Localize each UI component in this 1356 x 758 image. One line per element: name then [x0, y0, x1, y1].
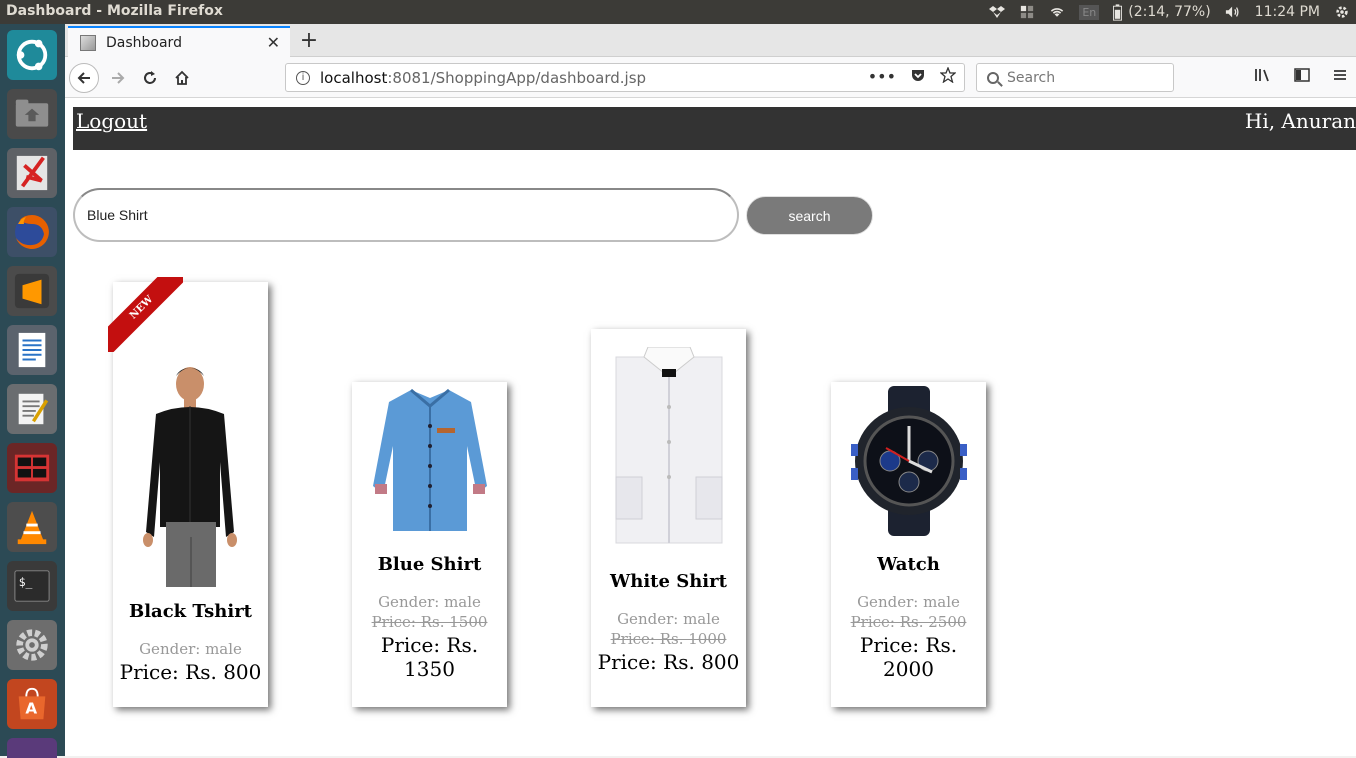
product-old-price: Price: Rs. 1000 [610, 630, 727, 648]
product-gender: Gender: male [857, 593, 960, 611]
product-gender: Gender: male [378, 593, 481, 611]
system-tray: En (2:14, 77%) 11:24 PM [989, 0, 1350, 24]
product-card[interactable]: White Shirt Gender: male Price: Rs. 1000… [591, 329, 746, 707]
firefox-icon[interactable] [7, 207, 57, 257]
forward-arrow-icon [112, 72, 125, 84]
page-actions-menu-icon[interactable]: ••• [868, 67, 896, 86]
product-search-input[interactable]: Blue Shirt [73, 188, 739, 242]
new-badge: NEW [108, 277, 183, 352]
home-icon [175, 70, 189, 85]
page-content: Logout Hi, Anuran Blue Shirt search NEW … [65, 98, 1356, 756]
navigation-bar: i localhost:8081/ShoppingApp/dashboard.j… [65, 57, 1356, 98]
product-price: Price: Rs. 2000 [859, 633, 958, 681]
pdf-reader-icon[interactable] [7, 148, 57, 198]
forward-button[interactable] [103, 63, 133, 93]
sidebar-icon[interactable] [1294, 67, 1310, 83]
product-card[interactable]: Blue Shirt Gender: male Price: Rs. 1500 … [352, 382, 507, 707]
files-icon[interactable] [7, 89, 57, 139]
keyboard-layout[interactable]: En [1079, 4, 1100, 20]
wifi-icon[interactable] [1049, 5, 1065, 19]
toolbar-icons [1254, 67, 1348, 83]
search-button[interactable]: search [746, 196, 873, 235]
product-card[interactable]: NEW Black Tshirt Gender: male Price: Rs.… [108, 277, 268, 707]
svg-text:$_: $_ [19, 575, 33, 589]
tab-label: Dashboard [106, 34, 182, 51]
trash-icon[interactable] [7, 738, 57, 758]
ubuntu-dash-icon[interactable] [7, 30, 57, 80]
pocket-icon[interactable] [910, 67, 926, 83]
product-card[interactable]: Watch Gender: male Price: Rs. 2500 Price… [831, 382, 986, 707]
battery-text: (2:14, 77%) [1128, 4, 1211, 20]
writer-icon[interactable] [7, 325, 57, 375]
back-button[interactable] [69, 63, 99, 93]
text-editor-icon[interactable] [7, 384, 57, 434]
browser-search-bar[interactable]: Search [976, 63, 1174, 92]
window-title: Dashboard - Mozilla Firefox [6, 3, 223, 19]
library-icon[interactable] [1254, 67, 1272, 83]
page-actions: ••• [868, 67, 956, 86]
battery-icon [1113, 3, 1123, 21]
back-arrow-icon [77, 72, 90, 84]
vlc-icon[interactable] [7, 502, 57, 552]
new-tab-button[interactable]: + [297, 28, 321, 53]
product-name: Watch [877, 554, 940, 575]
reload-button[interactable] [135, 63, 165, 93]
search-query-text: Blue Shirt [87, 207, 148, 223]
sublime-text-icon[interactable] [7, 266, 57, 316]
header-bar: Logout Hi, Anuran [73, 107, 1356, 150]
terminal-icon[interactable]: $_ [7, 561, 57, 611]
user-greeting: Hi, Anuran [1244, 109, 1356, 133]
product-image-watch [850, 386, 968, 536]
product-gender: Gender: male [617, 610, 720, 628]
search-icon [987, 71, 999, 84]
svg-text:A: A [25, 700, 37, 718]
tab-bar: Dashboard ✕ + [65, 24, 1356, 57]
system-top-bar: Dashboard - Mozilla Firefox En (2:14, 77… [0, 0, 1356, 24]
tab-dashboard[interactable]: Dashboard ✕ [68, 26, 290, 57]
product-price: Price: Rs. 800 [119, 660, 262, 684]
close-tab-icon[interactable]: ✕ [267, 33, 280, 52]
info-icon[interactable]: i [296, 70, 310, 85]
url-host: localhost [320, 68, 388, 87]
product-price: Price: Rs. 800 [597, 650, 740, 674]
clock[interactable]: 11:24 PM [1255, 4, 1320, 20]
battery-indicator[interactable]: (2:14, 77%) [1113, 3, 1211, 21]
product-price: Price: Rs. 1350 [380, 633, 479, 681]
product-name: Black Tshirt [128, 601, 252, 622]
url-bar[interactable]: i localhost:8081/ShoppingApp/dashboard.j… [285, 63, 965, 92]
volume-icon[interactable] [1225, 5, 1241, 19]
browser-search-placeholder: Search [1007, 69, 1056, 86]
product-image-white-shirt [610, 346, 728, 547]
product-old-price: Price: Rs. 1500 [371, 613, 488, 631]
url-path: :8081/ShoppingApp/dashboard.jsp [387, 68, 647, 87]
bookmark-star-icon[interactable] [940, 67, 956, 83]
product-image-black-shirt [136, 362, 246, 587]
workspaces-icon[interactable] [1019, 5, 1035, 19]
settings-icon[interactable] [7, 620, 57, 670]
product-name: Blue Shirt [377, 554, 482, 575]
dropbox-icon[interactable] [989, 5, 1006, 19]
reload-icon [144, 71, 156, 84]
logout-link[interactable]: Logout [76, 109, 147, 133]
app-launcher: $_ A [0, 24, 65, 758]
software-center-icon[interactable]: A [7, 679, 57, 729]
product-old-price: Price: Rs. 2500 [850, 613, 967, 631]
presentation-icon[interactable] [7, 443, 57, 493]
product-gender: Gender: male [139, 640, 242, 658]
page-favicon-icon [80, 34, 96, 51]
home-button[interactable] [167, 63, 197, 93]
hamburger-menu-icon[interactable] [1332, 67, 1348, 83]
product-image-blue-shirt [371, 386, 489, 536]
product-name: White Shirt [610, 571, 727, 592]
gear-icon[interactable] [1334, 5, 1350, 19]
